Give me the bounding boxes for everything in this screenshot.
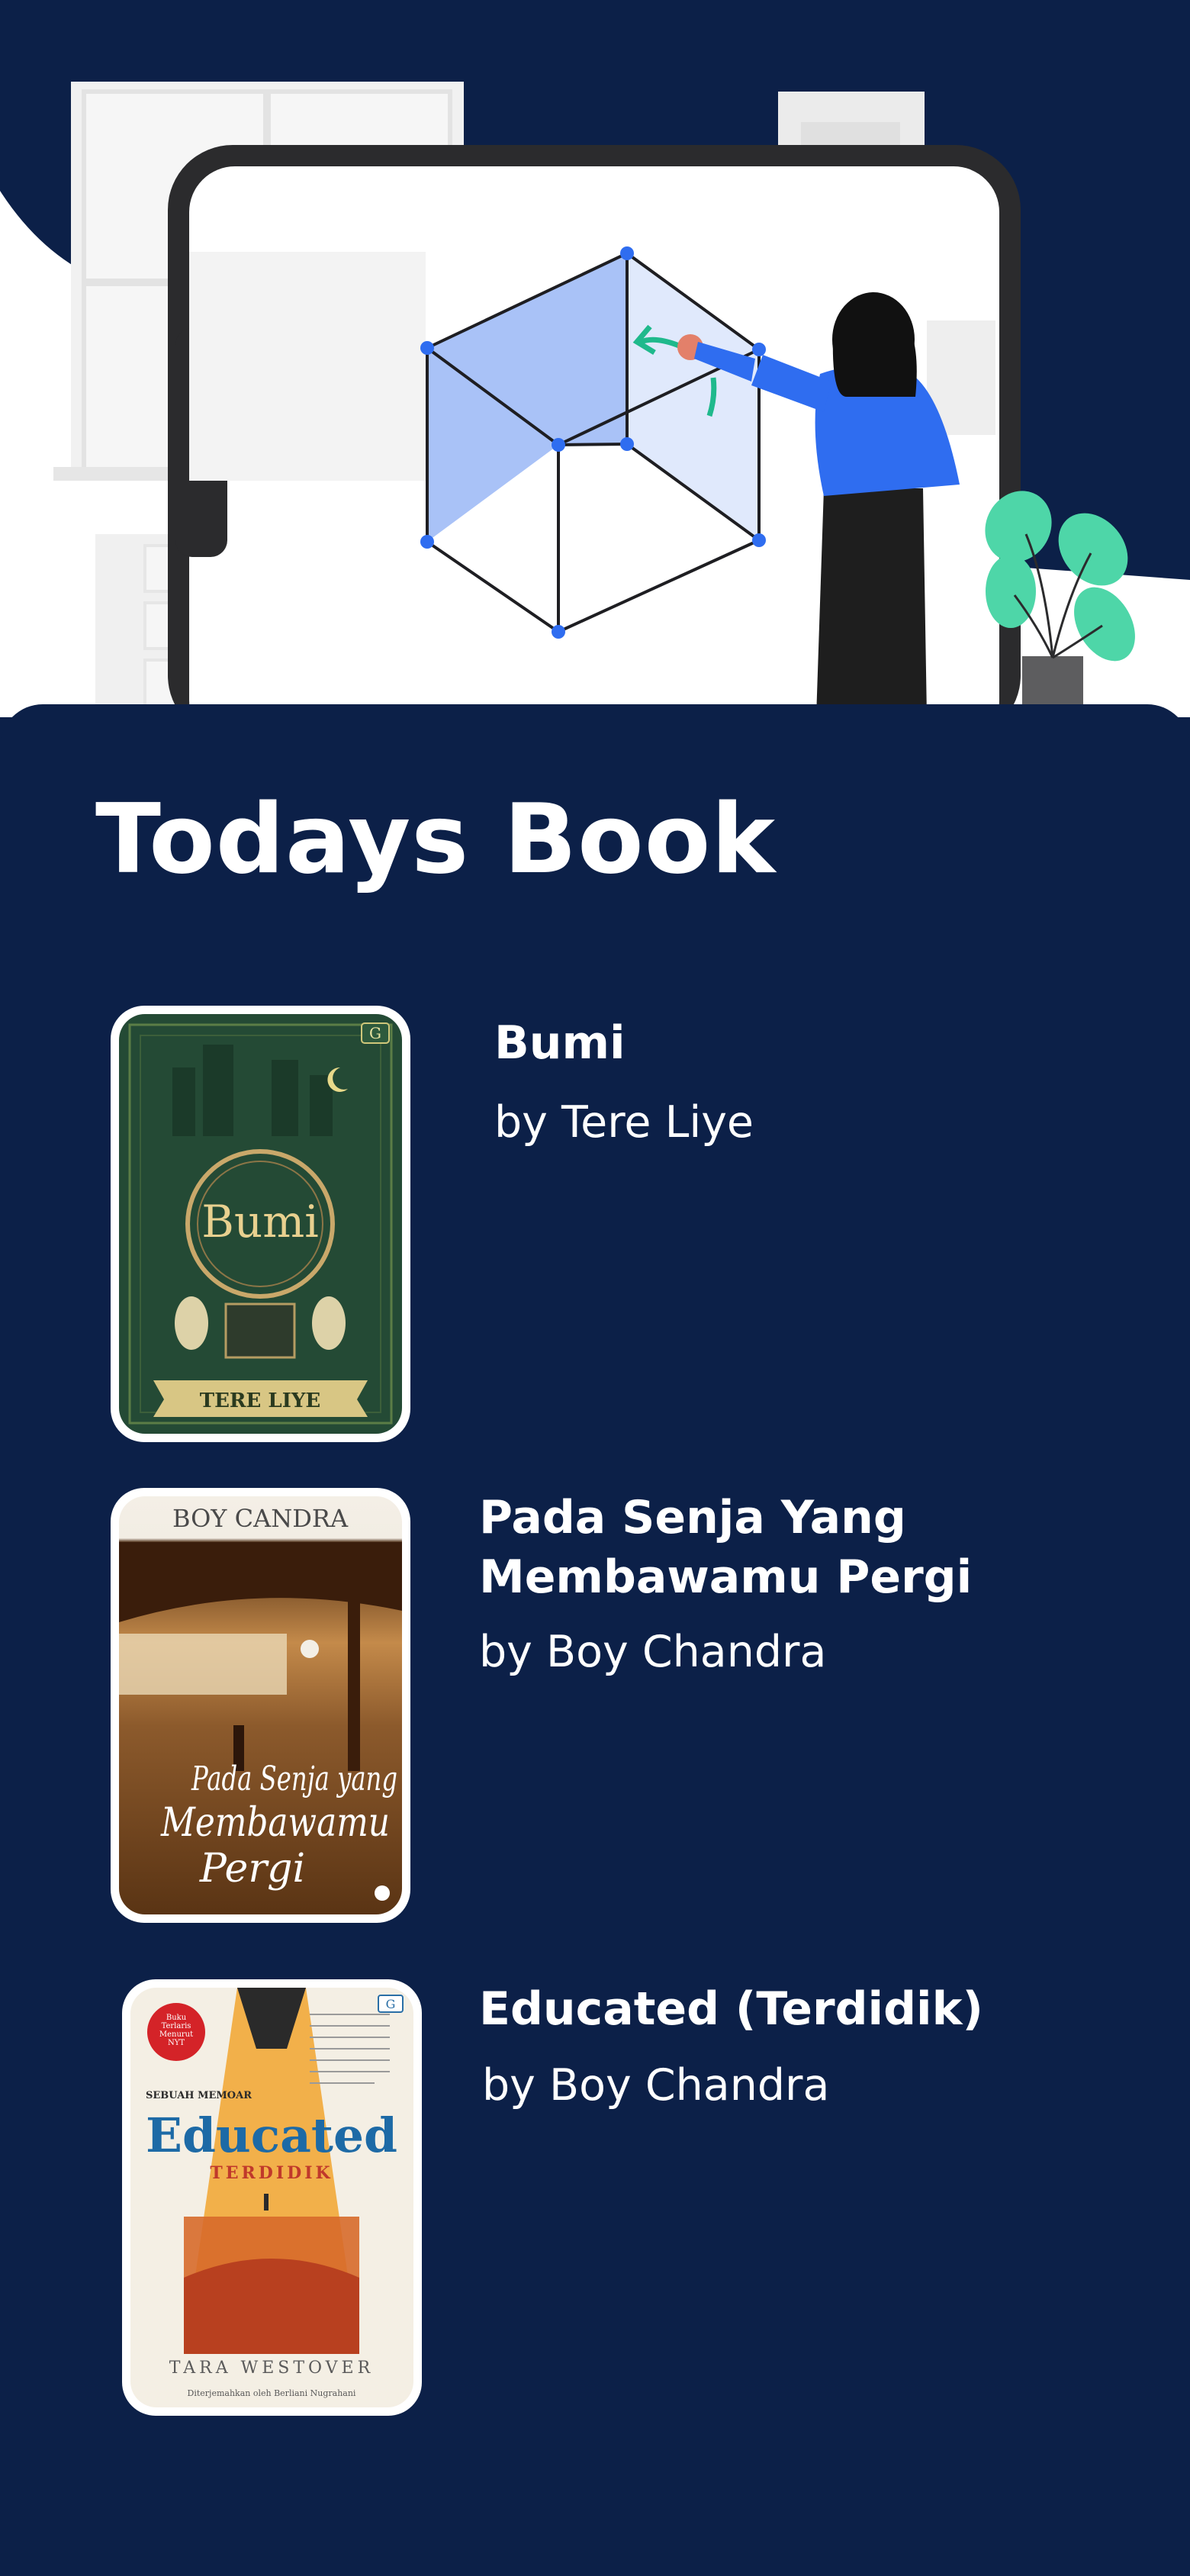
cover-translator: Diterjemahkan oleh Berliani Nugrahani bbox=[188, 2388, 356, 2398]
cover-title-line3: Pergi bbox=[199, 1846, 305, 1892]
cover-subtitle-art: TERDIDIK bbox=[210, 2163, 333, 2183]
cover-title-art: Bumi bbox=[201, 1196, 319, 1248]
cover-kicker: SEBUAH MEMOAR bbox=[146, 2090, 252, 2101]
publisher-mark: G bbox=[386, 1997, 396, 2011]
book-cover: G Bumi TERE LIYE bbox=[111, 1006, 410, 1442]
cover-author-art: TARA WESTOVER bbox=[169, 2359, 374, 2378]
book-cover: Buku Terlaris Menurut NYT G SEBUAH MEMOAR E… bbox=[122, 1979, 422, 2416]
book-cover: BOY CANDRA Pada Senja yang Membawamu Per… bbox=[111, 1488, 410, 1923]
book-author: by Boy Chandra bbox=[479, 1627, 827, 1677]
publisher-mark: G bbox=[369, 1024, 381, 1042]
cover-title-art: Educated bbox=[146, 2107, 397, 2163]
page-title: Todays Book bbox=[95, 783, 777, 895]
book-card-bumi[interactable]: G Bumi TERE LIYE Bumi by Tere Liye bbox=[0, 1006, 1190, 1444]
book-title: Educated (Terdidik) bbox=[479, 1982, 983, 2036]
book-author: by Tere Liye bbox=[494, 1097, 754, 1148]
book-title: Pada Senja Yang Membawamu Pergi bbox=[479, 1491, 973, 1604]
cover-title-line1: Pada Senja yang bbox=[191, 1760, 397, 1798]
book-author: by Boy Chandra bbox=[482, 2060, 830, 2111]
cover-author-art: TERE LIYE bbox=[200, 1389, 320, 1412]
cover-title-line2: Membawamu bbox=[160, 1800, 390, 1846]
hero-illustration bbox=[0, 0, 1190, 717]
book-card-educated[interactable]: Buku Terlaris Menurut NYT G SEBUAH MEMOAR E… bbox=[0, 1979, 1190, 2418]
cover-author-art: BOY CANDRA bbox=[172, 1504, 349, 1533]
book-card-pada-senja[interactable]: BOY CANDRA Pada Senja yang Membawamu Per… bbox=[0, 1488, 1190, 1927]
book-title: Bumi bbox=[494, 1016, 626, 1070]
